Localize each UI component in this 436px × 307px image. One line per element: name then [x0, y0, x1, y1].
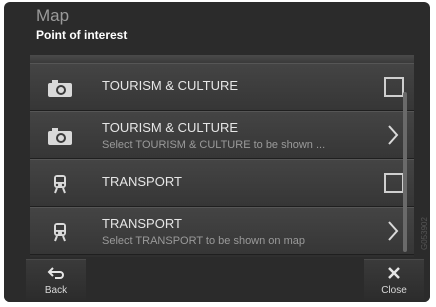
close-icon	[388, 267, 400, 279]
back-arrow-icon	[47, 267, 64, 279]
list-item-transport-checkbox[interactable]: TRANSPORT	[30, 159, 414, 207]
list-item-label: TRANSPORT	[102, 216, 182, 231]
image-code: G053902	[420, 217, 429, 250]
list-item-tourism-checkbox[interactable]: TOURISM & CULTURE	[30, 63, 414, 111]
scrollbar[interactable]	[403, 92, 407, 252]
close-label: Close	[381, 285, 407, 296]
page-subtitle: Point of interest	[36, 28, 128, 42]
camera-icon	[48, 80, 72, 97]
close-button[interactable]: Close	[364, 259, 424, 300]
list-item-sublabel: Select TRANSPORT to be shown on map	[102, 235, 305, 247]
screen-frame: Map Point of interest TOURISM & CULTURE …	[4, 2, 430, 302]
list-top-edge	[30, 55, 414, 63]
train-icon	[54, 175, 66, 194]
list-item-label: TRANSPORT	[102, 174, 182, 189]
app-title: Map	[36, 6, 70, 25]
checkbox[interactable]	[384, 173, 404, 193]
chevron-right-icon	[388, 221, 399, 241]
back-button[interactable]: Back	[26, 259, 86, 300]
list-item-label: TOURISM & CULTURE	[102, 78, 239, 93]
train-icon	[54, 223, 66, 242]
list-item-transport-settings[interactable]: TRANSPORT Select TRANSPORT to be shown o…	[30, 207, 414, 255]
camera-icon	[48, 128, 72, 145]
checkbox[interactable]	[384, 77, 404, 97]
poi-list: TOURISM & CULTURE TOURISM & CULTURE Sele…	[30, 55, 414, 257]
list-item-label: TOURISM & CULTURE	[102, 120, 239, 135]
list-item-sublabel: Select TOURISM & CULTURE to be shown ...	[102, 139, 326, 151]
bottom-bar: Back Close	[4, 257, 430, 302]
back-label: Back	[44, 285, 68, 296]
list-item-tourism-settings[interactable]: TOURISM & CULTURE Select TOURISM & CULTU…	[30, 111, 414, 159]
chevron-right-icon	[388, 125, 399, 145]
